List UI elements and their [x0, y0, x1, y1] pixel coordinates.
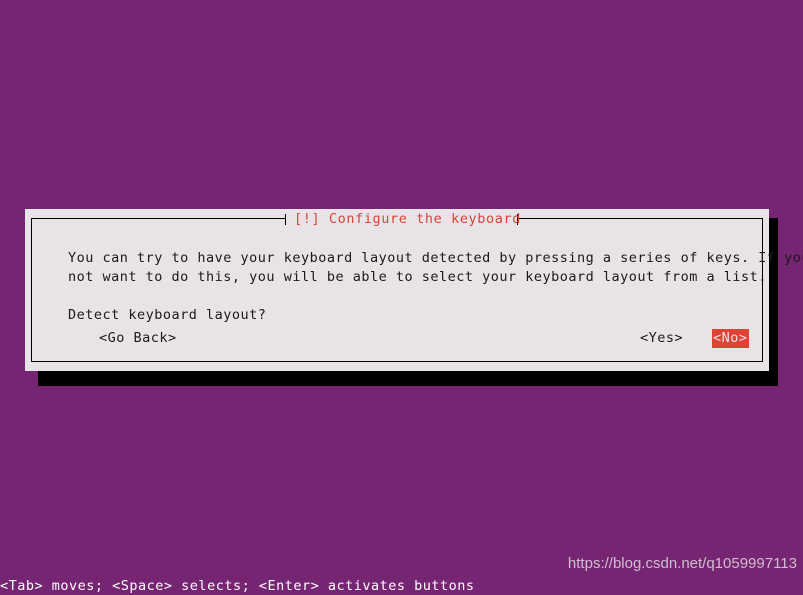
configure-keyboard-dialog: [!] Configure the keyboard You can try t…	[25, 209, 803, 371]
body-line-1: You can try to have your keyboard layout…	[68, 250, 803, 266]
watermark-url: https://blog.csdn.net/q1059997113	[567, 555, 797, 572]
dialog-title: [!] Configure the keyboard	[294, 211, 521, 227]
body-line-2: not want to do this, you will be able to…	[68, 269, 767, 285]
dialog-question: Detect keyboard layout?	[68, 307, 267, 323]
keyboard-hint-status-bar: <Tab> moves; <Space> selects; <Enter> ac…	[0, 578, 475, 594]
installer-screen: [!] Configure the keyboard You can try t…	[0, 0, 803, 595]
title-left-tick	[285, 214, 286, 225]
dialog-body-text: You can try to have your keyboard layout…	[68, 249, 803, 325]
dialog-inner-frame: [!] Configure the keyboard You can try t…	[31, 211, 803, 362]
yes-button[interactable]: <Yes>	[639, 329, 684, 348]
no-button[interactable]: <No>	[712, 329, 749, 348]
dialog-button-row: <Go Back> <Yes> <No>	[32, 329, 764, 349]
go-back-button[interactable]: <Go Back>	[98, 329, 178, 348]
